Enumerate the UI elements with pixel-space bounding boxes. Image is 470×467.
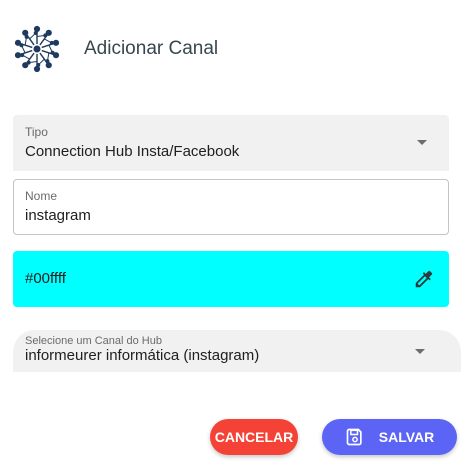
cancel-button[interactable]: CANCELAR: [210, 419, 298, 455]
tipo-value: Connection Hub Insta/Facebook: [25, 143, 240, 160]
dialog-title: Adicionar Canal: [84, 38, 219, 59]
color-field[interactable]: #00ffff: [13, 251, 449, 307]
hub-label: Selecione um Canal do Hub: [25, 335, 162, 347]
color-value[interactable]: #00ffff: [25, 270, 66, 287]
tipo-select[interactable]: Tipo Connection Hub Insta/Facebook: [13, 115, 449, 171]
hub-channel-select[interactable]: Selecione um Canal do Hub informeurer in…: [13, 330, 461, 372]
caret-down-icon: [415, 349, 425, 354]
dialog-header: Adicionar Canal: [12, 24, 218, 74]
tipo-label: Tipo: [25, 125, 48, 139]
nome-value[interactable]: instagram: [25, 207, 91, 224]
eyedropper-icon[interactable]: [413, 268, 435, 290]
hub-network-icon: [14, 25, 60, 73]
caret-down-icon: [417, 140, 427, 145]
cancel-label: CANCELAR: [214, 429, 294, 445]
save-button[interactable]: SALVAR: [322, 419, 457, 455]
nome-field[interactable]: Nome instagram: [13, 179, 449, 235]
floppy-disk-icon: [346, 428, 362, 446]
save-label: SALVAR: [378, 429, 435, 445]
hub-value: informeurer informática (instagram): [25, 347, 260, 364]
nome-label: Nome: [25, 189, 58, 203]
